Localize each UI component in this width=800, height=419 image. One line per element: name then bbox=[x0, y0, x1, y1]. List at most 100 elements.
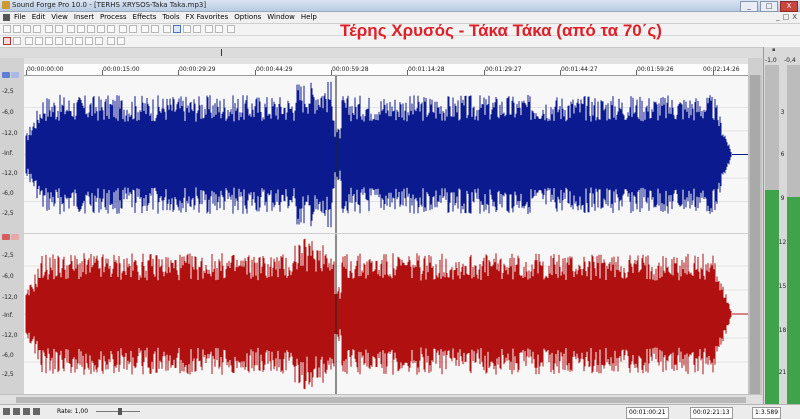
status-bar: Rate: 1,00 00:01:00:21 00:02:21:13 1:3.5… bbox=[0, 404, 800, 419]
mdi-controls: _ □ X bbox=[776, 13, 797, 21]
pencil-tool-icon[interactable] bbox=[183, 25, 191, 33]
left-channel-waveform[interactable] bbox=[24, 76, 748, 233]
repeat-icon[interactable] bbox=[141, 25, 149, 33]
record-icon[interactable] bbox=[3, 37, 11, 45]
vertical-zoom-scrollbar[interactable] bbox=[748, 75, 762, 394]
right-level-label: -12,0 bbox=[2, 294, 18, 301]
menu-view[interactable]: View bbox=[51, 13, 68, 21]
close-button[interactable]: X bbox=[780, 1, 798, 12]
overview-bar[interactable] bbox=[0, 48, 762, 58]
meter-scale-label: 12 bbox=[778, 239, 787, 246]
document-icon[interactable] bbox=[3, 14, 10, 21]
right-channel-solo-button[interactable] bbox=[11, 234, 19, 240]
mdi-restore-button[interactable]: □ bbox=[783, 13, 790, 21]
copy-icon[interactable] bbox=[77, 25, 85, 33]
pause-icon[interactable] bbox=[45, 37, 53, 45]
window-controls: _ □ X bbox=[740, 0, 798, 12]
magnify-tool-icon[interactable] bbox=[173, 25, 181, 33]
menu-fx-favorites[interactable]: FX Favorites bbox=[186, 13, 229, 21]
time-ruler[interactable]: 00:00:00:00 00:00:15:00 00:00:29:29 00:0… bbox=[24, 58, 748, 76]
zoom-icon[interactable] bbox=[151, 25, 159, 33]
menu-edit[interactable]: Edit bbox=[32, 13, 46, 21]
properties-icon[interactable] bbox=[55, 25, 63, 33]
right-channel-button[interactable] bbox=[2, 234, 10, 240]
stop-icon[interactable] bbox=[13, 408, 20, 415]
zoom-ratio[interactable]: 1:3.589 bbox=[752, 407, 782, 419]
redo-icon[interactable] bbox=[129, 25, 137, 33]
envelope-tool-icon[interactable] bbox=[193, 25, 201, 33]
trim-icon[interactable] bbox=[107, 25, 115, 33]
window-title: Sound Forge Pro 10.0 - [TERHS XRYSOS-Tak… bbox=[12, 1, 207, 9]
ruler-label: 00:01:29:27 bbox=[485, 66, 522, 73]
render-icon[interactable] bbox=[45, 25, 53, 33]
waveform-editor: -2,5 -6,0 -12,0 -Inf. -12,0 -6,0 -2,5 -2… bbox=[0, 58, 762, 394]
maximize-button[interactable]: □ bbox=[760, 1, 778, 12]
left-waveform-graphic bbox=[24, 76, 748, 233]
minimize-button[interactable]: _ bbox=[740, 1, 758, 12]
snap-icon[interactable] bbox=[107, 37, 115, 45]
mdi-close-button[interactable]: X bbox=[792, 13, 797, 21]
play-looped-icon[interactable] bbox=[33, 408, 40, 415]
rewind-icon[interactable] bbox=[75, 37, 83, 45]
vertical-scroll-thumb[interactable] bbox=[750, 75, 760, 394]
new-file-icon[interactable] bbox=[3, 25, 11, 33]
peak-hold-left: -1,0 bbox=[765, 57, 777, 64]
right-level-label: -Inf. bbox=[2, 312, 14, 319]
menu-help[interactable]: Help bbox=[301, 13, 317, 21]
mdi-minimize-button[interactable]: _ bbox=[776, 13, 780, 21]
region-icon[interactable] bbox=[215, 25, 223, 33]
loop-icon[interactable] bbox=[13, 37, 21, 45]
meter-scale-label: 6 bbox=[780, 151, 785, 158]
menu-options[interactable]: Options bbox=[234, 13, 261, 21]
menu-insert[interactable]: Insert bbox=[74, 13, 94, 21]
menu-tools[interactable]: Tools bbox=[162, 13, 179, 21]
channel-strip: -2,5 -6,0 -12,0 -Inf. -12,0 -6,0 -2,5 -2… bbox=[0, 58, 24, 394]
marker-icon[interactable] bbox=[205, 25, 213, 33]
ruler-label: 00:01:14:28 bbox=[408, 66, 445, 73]
selection-length[interactable]: 00:02:21:13 bbox=[690, 407, 733, 419]
ruler-label: 00:02:14:26 bbox=[703, 66, 740, 73]
refresh-icon[interactable] bbox=[227, 25, 235, 33]
right-level-label: -6,0 bbox=[2, 352, 14, 359]
right-channel-waveform[interactable] bbox=[24, 234, 748, 394]
fast-forward-icon[interactable] bbox=[85, 37, 93, 45]
go-to-start-icon[interactable] bbox=[3, 408, 10, 415]
edit-tool-icon[interactable] bbox=[163, 25, 171, 33]
peak-hold-right: -0,4 bbox=[784, 57, 796, 64]
undo-icon[interactable] bbox=[119, 25, 127, 33]
mix-icon[interactable] bbox=[97, 25, 105, 33]
cursor-position[interactable]: 00:01:00:21 bbox=[626, 407, 669, 419]
open-file-icon[interactable] bbox=[13, 25, 21, 33]
meter-reset-icon[interactable]: ▪ bbox=[772, 47, 775, 53]
play-icon[interactable] bbox=[35, 37, 43, 45]
horizontal-scroll-thumb[interactable] bbox=[16, 397, 746, 403]
right-meter-level bbox=[787, 197, 800, 404]
save-icon[interactable] bbox=[23, 25, 31, 33]
meter-scale-label: 9 bbox=[780, 195, 785, 202]
song-title-overlay: Τέρης Χρυσός - Τάκα Τάκα (από τα 70΄ς) bbox=[340, 21, 662, 40]
stop-icon[interactable] bbox=[55, 37, 63, 45]
left-channel-solo-button[interactable] bbox=[11, 72, 19, 78]
meter-scale-label: 18 bbox=[778, 327, 787, 334]
go-to-start-icon[interactable] bbox=[65, 37, 73, 45]
go-to-end-icon[interactable] bbox=[95, 37, 103, 45]
paste-icon[interactable] bbox=[87, 25, 95, 33]
rate-slider-knob[interactable] bbox=[118, 408, 122, 415]
right-waveform-graphic bbox=[24, 234, 748, 394]
ruler-label: 00:00:00:00 bbox=[27, 66, 64, 73]
meter-scale-label: 15 bbox=[778, 283, 787, 290]
menu-process[interactable]: Process bbox=[100, 13, 127, 21]
menu-file[interactable]: File bbox=[14, 13, 26, 21]
left-channel-button[interactable] bbox=[2, 72, 10, 78]
app-icon bbox=[2, 1, 10, 9]
save-as-icon[interactable] bbox=[33, 25, 41, 33]
left-level-label: -12,0 bbox=[2, 130, 18, 137]
menu-effects[interactable]: Effects bbox=[133, 13, 157, 21]
play-icon[interactable] bbox=[23, 408, 30, 415]
left-level-label: -6,0 bbox=[2, 109, 14, 116]
play-all-icon[interactable] bbox=[25, 37, 33, 45]
grid-icon[interactable] bbox=[117, 37, 125, 45]
cut-icon[interactable] bbox=[67, 25, 75, 33]
menu-window[interactable]: Window bbox=[267, 13, 295, 21]
left-level-label: -6,0 bbox=[2, 190, 14, 197]
